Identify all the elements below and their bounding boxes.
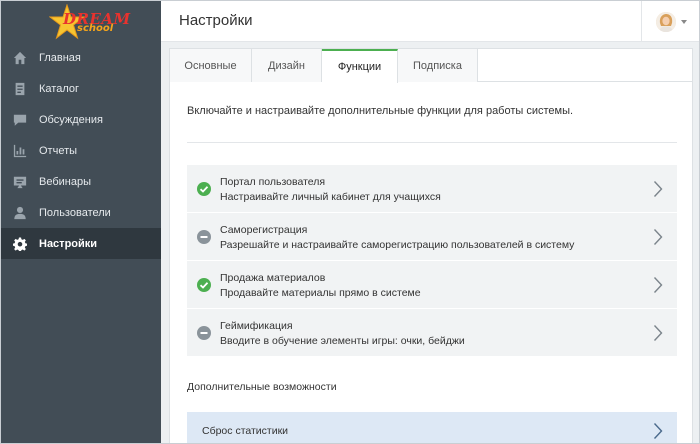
logo[interactable]: DREAM school xyxy=(1,1,161,42)
sidebar-item-users[interactable]: Пользователи xyxy=(1,197,161,228)
user-menu[interactable] xyxy=(641,1,699,42)
tab-general[interactable]: Основные xyxy=(170,49,252,82)
sidebar-item-settings[interactable]: Настройки xyxy=(1,228,161,259)
feature-title: Портал пользователя xyxy=(220,176,326,188)
chevron-right-icon xyxy=(653,325,663,341)
sidebar-item-home[interactable]: Главная xyxy=(1,42,161,73)
sidebar: DREAM school Главная Каталог Обсуждения … xyxy=(1,1,161,443)
minus-circle-icon xyxy=(197,230,211,244)
feature-description: Настраивайте личный кабинет для учащихся xyxy=(220,191,441,203)
tab-functions[interactable]: Функции xyxy=(322,49,398,83)
page-title: Настройки xyxy=(179,12,253,29)
sidebar-item-discussions[interactable]: Обсуждения xyxy=(1,104,161,135)
settings-panel: Основные Дизайн Функции Подписка Включай… xyxy=(169,48,693,443)
chevron-down-icon xyxy=(681,19,687,24)
avatar xyxy=(656,11,676,32)
tab-bar-filler xyxy=(478,49,692,81)
sidebar-item-label: Каталог xyxy=(39,82,79,95)
sidebar-item-label: Главная xyxy=(39,51,81,64)
tab-bar: Основные Дизайн Функции Подписка xyxy=(170,49,692,83)
sidebar-nav: Главная Каталог Обсуждения Отчеты Вебина… xyxy=(1,42,161,259)
app-window: DREAM school Главная Каталог Обсуждения … xyxy=(0,0,700,444)
reset-statistics-item[interactable]: Сброс статистики xyxy=(187,412,677,443)
chevron-right-icon xyxy=(653,277,663,293)
chevron-right-icon xyxy=(653,229,663,245)
feature-item-user-portal[interactable]: Портал пользователя Настраивайте личный … xyxy=(187,165,677,213)
sidebar-item-label: Вебинары xyxy=(39,175,91,188)
logo-text-sub: school xyxy=(77,23,114,34)
check-circle-icon xyxy=(197,278,211,292)
feature-title: Продажа материалов xyxy=(220,272,326,284)
feature-description: Разрешайте и настраивайте саморегистраци… xyxy=(220,239,575,251)
feature-item-sales[interactable]: Продажа материалов Продавайте материалы … xyxy=(187,261,677,309)
main-content: Основные Дизайн Функции Подписка Включай… xyxy=(161,42,699,443)
sidebar-item-reports[interactable]: Отчеты xyxy=(1,135,161,166)
divider xyxy=(187,142,677,143)
reset-statistics-label: Сброс статистики xyxy=(202,425,289,437)
chevron-right-icon xyxy=(653,423,663,439)
sidebar-item-webinars[interactable]: Вебинары xyxy=(1,166,161,197)
intro-text: Включайте и настраивайте дополнительные … xyxy=(187,105,574,117)
chevron-right-icon xyxy=(653,181,663,197)
feature-item-self-registration[interactable]: Саморегистрация Разрешайте и настраивайт… xyxy=(187,213,677,261)
sidebar-item-label: Отчеты xyxy=(39,144,78,157)
feature-description: Продавайте материалы прямо в системе xyxy=(220,287,421,299)
minus-circle-icon xyxy=(197,326,211,340)
chat-icon xyxy=(13,113,27,127)
feature-title: Саморегистрация xyxy=(220,224,308,236)
catalog-icon xyxy=(13,82,27,96)
feature-list: Портал пользователя Настраивайте личный … xyxy=(187,165,677,357)
feature-item-gamification[interactable]: Геймификация Вводите в обучение элементы… xyxy=(187,309,677,357)
sidebar-item-label: Настройки xyxy=(39,237,98,250)
feature-description: Вводите в обучение элементы игры: очки, … xyxy=(220,335,465,347)
sidebar-item-label: Пользователи xyxy=(39,206,111,219)
gear-icon xyxy=(13,236,27,251)
top-header: Настройки xyxy=(161,1,699,42)
sidebar-item-label: Обсуждения xyxy=(39,113,103,126)
extra-section-title: Дополнительные возможности xyxy=(187,381,337,393)
user-icon xyxy=(13,206,27,220)
feature-title: Геймификация xyxy=(220,320,293,332)
tab-design[interactable]: Дизайн xyxy=(252,49,322,82)
chart-icon xyxy=(13,144,27,158)
webinar-icon xyxy=(13,175,27,189)
check-circle-icon xyxy=(197,182,211,196)
tab-subscription[interactable]: Подписка xyxy=(398,49,478,82)
home-icon xyxy=(13,51,27,65)
sidebar-item-catalog[interactable]: Каталог xyxy=(1,73,161,104)
